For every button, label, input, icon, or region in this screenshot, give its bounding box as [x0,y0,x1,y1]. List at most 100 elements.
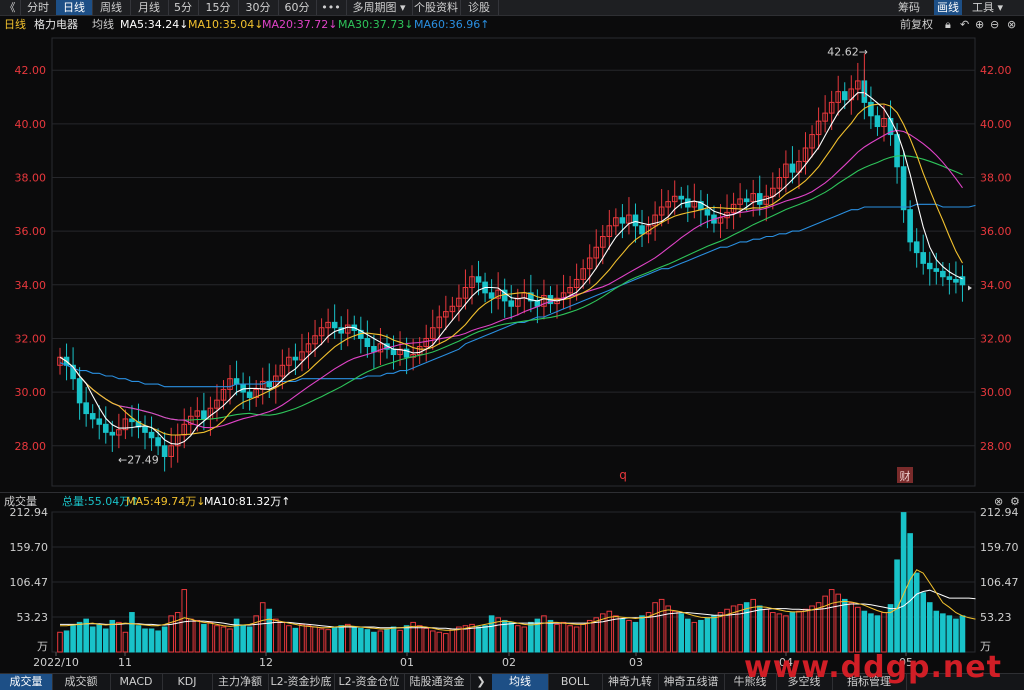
x-axis-label: 02 [502,656,516,669]
volume-bar [227,628,233,653]
volume-bar [874,615,881,653]
volume-tick-right: 106.47 [980,576,1019,589]
ma20-line [59,129,963,429]
indicator-tab-9[interactable]: 均线 [492,674,549,690]
volume-bar [763,608,770,653]
volume-bar [475,626,482,653]
price-tick-left: 36.00 [15,225,47,238]
price-tick-left: 40.00 [15,118,47,131]
indicator-tab-2[interactable]: MACD [110,674,163,690]
indicator-tab-3[interactable]: KDJ [162,674,213,690]
volume-bar [639,615,645,653]
volume-bar [776,613,783,653]
volume-bar [253,615,259,653]
volume-bar [338,625,345,653]
volume-tick-left: 159.70 [10,541,49,554]
candle-body [704,209,711,216]
candle-body [390,348,397,356]
volume-bar [449,628,456,653]
volume-bar [443,633,449,653]
kline-chart[interactable]: 42.00 42.00 40.00 40.00 38.00 38.00 36.00 36.00… [0,0,1024,689]
candle-body [488,292,495,299]
candle-body [619,217,626,224]
volume-bar [207,621,214,653]
volume-bar [567,625,573,653]
volume-unit-left: 万 [37,640,48,653]
volume-bar [384,628,390,653]
volume-bar [704,617,711,653]
candle-body [632,214,639,227]
volume-bar [508,621,515,653]
candle-body [142,426,148,433]
volume-bar [312,626,318,653]
candle-body [109,431,116,436]
price-tick-right: 32.00 [980,332,1012,345]
x-axis-label: 01 [400,656,414,669]
indicator-tab-6[interactable]: L2-资金仓位 [334,674,405,690]
price-tick-left: 32.00 [15,332,47,345]
volume-bar [684,618,691,653]
volume-bar [214,625,220,653]
current-price-pointer [968,285,972,291]
volume-bar [201,623,207,653]
volume-bar [619,618,626,653]
volume-bar [403,625,410,653]
candle-body [894,134,900,168]
volume-bar [665,605,671,653]
volume-bar [645,612,652,653]
price-tick-right: 40.00 [980,118,1012,131]
volume-bar [907,533,913,653]
price-tick-right: 42.00 [980,64,1012,77]
volume-bar [462,625,469,653]
volume-bar [181,589,188,653]
candle-body [841,91,848,101]
volume-bar [371,631,377,653]
indicator-tab-0[interactable]: 成交量 [0,674,53,690]
volume-bar [96,623,103,653]
volume-bar [240,625,246,653]
volume-bar [717,612,724,653]
volume-bar [626,619,632,653]
volume-bar [456,626,462,653]
volume-bar [632,621,639,653]
candle-body [940,270,946,278]
volume-bar [737,604,743,653]
volume-bar [364,629,371,653]
volume-bar [325,629,331,653]
candle-body [907,209,913,243]
candle-body [246,391,253,398]
candle-body [96,418,103,425]
indicator-tab-1[interactable]: 成交额 [52,674,111,690]
volume-bar [580,623,586,653]
volume-bar [76,621,83,653]
x-axis-label: 03 [629,656,643,669]
indicator-tab-11[interactable]: 神奇九转 [602,674,659,690]
candle-body [76,378,83,404]
volume-bar [135,625,142,653]
volume-bar [678,613,685,653]
candle-body [292,356,299,361]
volume-bar [541,615,547,653]
candle-body [789,163,796,173]
ma5-line [59,92,963,445]
indicator-tab-5[interactable]: L2-资金抄底 [268,674,335,690]
indicator-tab-10[interactable]: BOLL [548,674,603,690]
volume-bar [848,602,855,653]
volume-bar [109,619,116,653]
price-tick-left: 38.00 [15,171,47,184]
indicator-tab-12[interactable]: 神奇五线谱 [658,674,725,690]
indicator-tab-8[interactable]: ❯ [470,674,493,690]
candle-body [743,198,750,203]
watermark-text: www.ddgp.net [744,650,1002,685]
volume-bar [292,627,299,653]
volume-bar [194,619,201,653]
volume-bar [560,621,567,653]
volume-bar [528,621,534,653]
volume-bar [841,598,848,653]
volume-bar [815,602,822,653]
candle-body [933,268,940,272]
indicator-tab-7[interactable]: 陆股通资金 [404,674,471,690]
indicator-tab-4[interactable]: 主力净额 [212,674,269,690]
volume-bar [946,615,953,653]
volume-bar [266,608,273,653]
